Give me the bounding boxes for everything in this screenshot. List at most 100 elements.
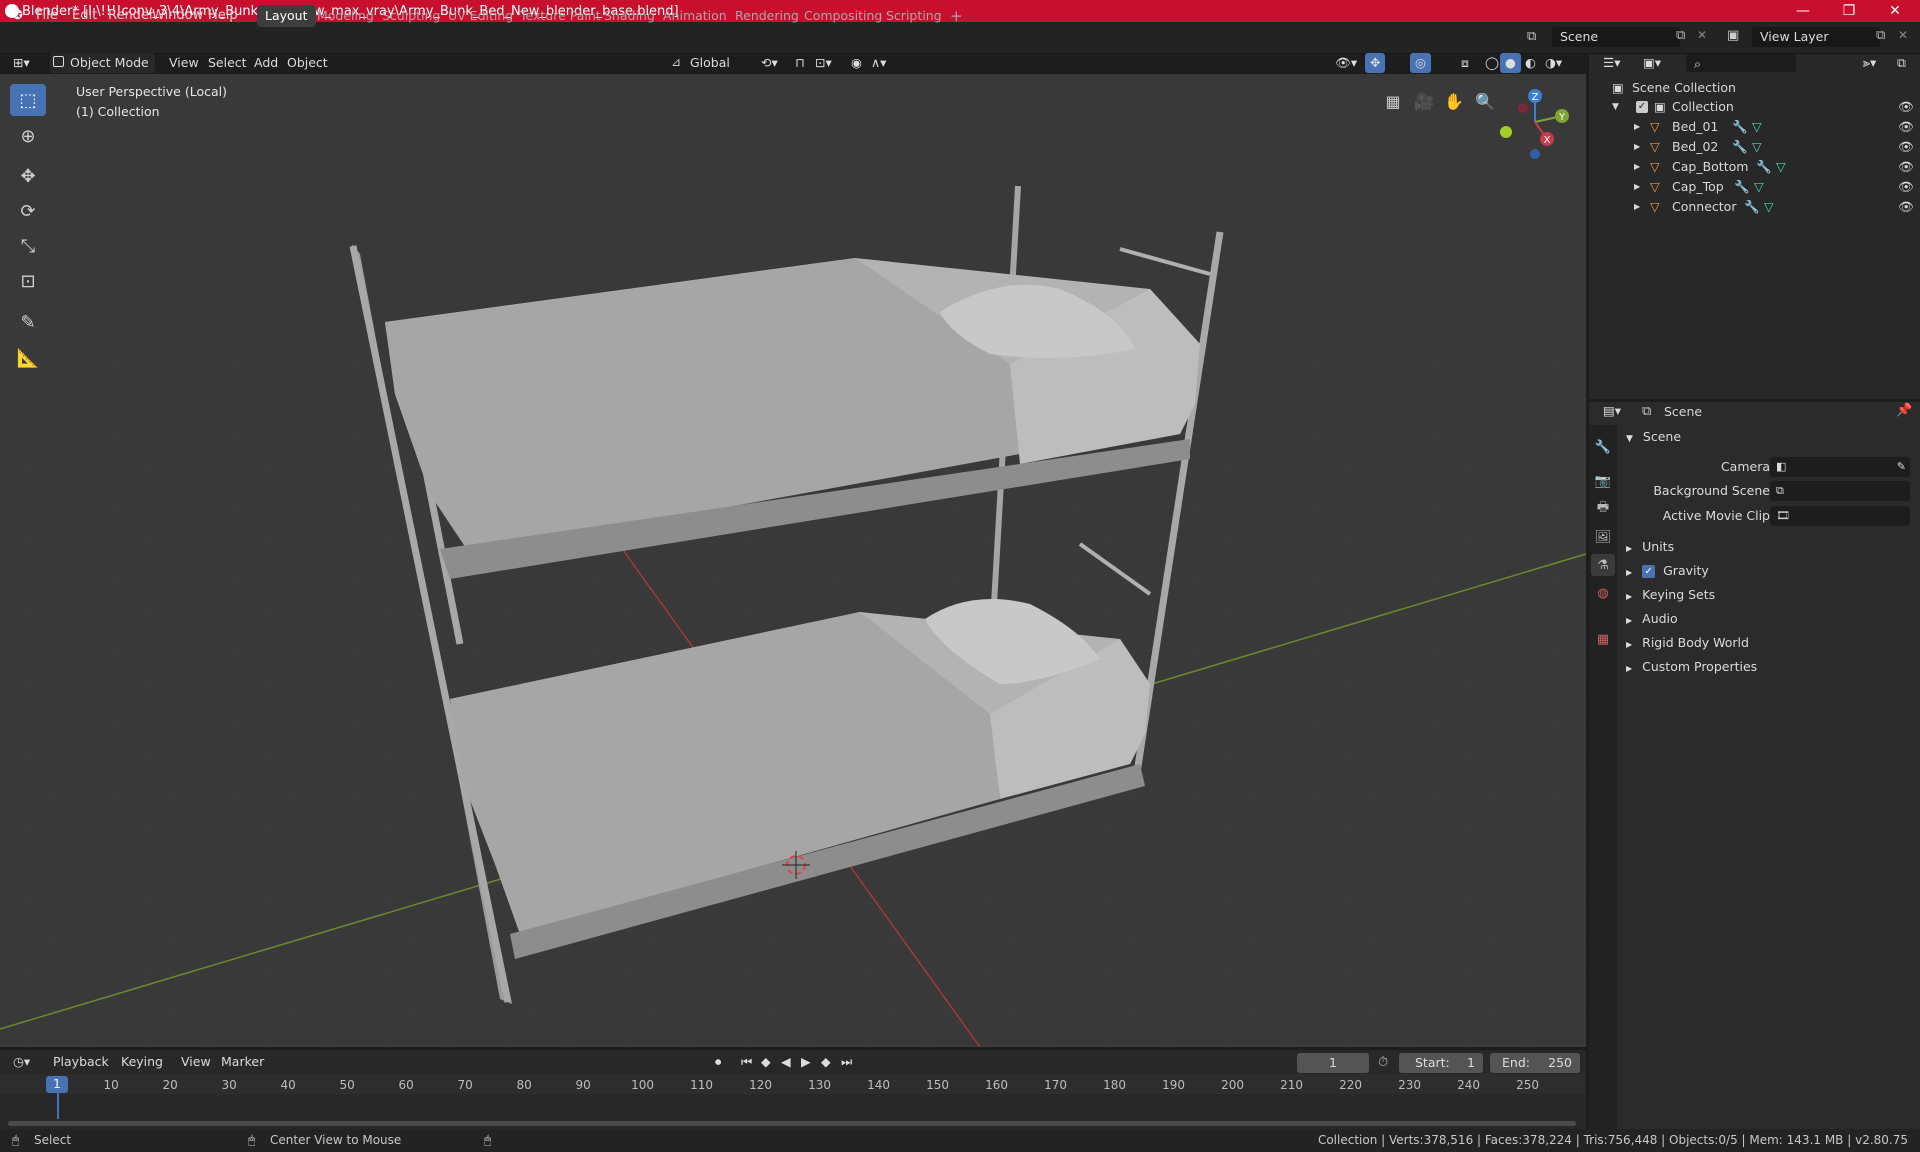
outliner-display-mode-icon[interactable]: ▣▾ — [1638, 53, 1666, 73]
object-visibility-icon[interactable]: 👁 — [1898, 197, 1914, 217]
xray-icon[interactable]: ⧈ — [1456, 53, 1474, 73]
pivot-icon[interactable]: ⟲▾ — [756, 53, 783, 73]
menu-edit[interactable]: Edit — [68, 6, 101, 26]
object-menu[interactable]: Object — [282, 53, 333, 73]
collection-checkbox[interactable]: ✓ — [1636, 101, 1648, 113]
annotate-tool-icon[interactable]: ✎ — [10, 306, 46, 338]
tab-layout[interactable]: Layout — [257, 5, 316, 27]
new-view-layer-icon[interactable]: ⧉ — [1876, 28, 1885, 43]
view-layer-tab-icon[interactable]: 🖼 — [1591, 526, 1615, 548]
end-frame-field[interactable]: End: 250 — [1490, 1053, 1580, 1073]
object-visibility-icon[interactable]: 👁 — [1898, 177, 1914, 197]
view-menu[interactable]: View — [164, 53, 204, 73]
collection-visibility-icon[interactable]: 👁 — [1898, 97, 1914, 117]
jump-end-icon[interactable]: ⏭ — [836, 1052, 857, 1072]
active-movie-clip-field[interactable]: 🎞 — [1770, 506, 1910, 526]
subpanel-units[interactable]: ▶ Units — [1620, 535, 1920, 559]
falloff-icon[interactable]: ∧▾ — [866, 53, 891, 73]
tab-animation[interactable]: Animation — [655, 5, 735, 27]
material-shading-icon[interactable]: ◐ — [1520, 53, 1541, 73]
timeline-view-menu[interactable]: View — [176, 1052, 216, 1072]
object-visibility-icon[interactable]: 👁 — [1898, 157, 1914, 177]
subpanel-keying-sets[interactable]: ▶ Keying Sets — [1620, 583, 1920, 607]
blender-menu-icon[interactable]: ✪ — [8, 6, 27, 26]
object-expand-icon[interactable]: ▶ — [1634, 117, 1640, 137]
rendered-shading-icon[interactable]: ◑▾ — [1540, 53, 1567, 73]
play-reverse-icon[interactable]: ◀ — [776, 1052, 796, 1072]
object-expand-icon[interactable]: ▶ — [1634, 177, 1640, 197]
auto-keying-icon[interactable]: ⏱ — [1378, 1055, 1388, 1070]
next-keyframe-icon[interactable]: ◆ — [816, 1052, 836, 1072]
editor-type-button[interactable]: ⊞▾ — [8, 53, 35, 73]
tool-tab-icon[interactable]: 🔧 — [1591, 436, 1615, 458]
gizmo-neg-x[interactable] — [1518, 103, 1528, 113]
move-tool-icon[interactable]: ✥ — [10, 160, 46, 192]
play-icon[interactable]: ▶ — [796, 1052, 816, 1072]
outliner-object-row[interactable]: ▶ ▽ Cap_Top 🔧 ▽ 👁 — [1590, 177, 1920, 197]
gizmo-toggle-icon[interactable]: ✥ — [1365, 53, 1386, 73]
jump-start-icon[interactable]: ⏮ — [736, 1052, 757, 1072]
tab-uv-editing[interactable]: UV Editing — [440, 5, 521, 27]
timeline-scrollbar[interactable] — [8, 1121, 1576, 1126]
prev-keyframe-icon[interactable]: ◆ — [756, 1052, 776, 1072]
tab-compositing[interactable]: Compositing — [796, 5, 890, 27]
new-collection-icon[interactable]: ⧉ — [1892, 53, 1911, 73]
subpanel-custom-properties[interactable]: ▶ Custom Properties — [1620, 655, 1920, 679]
maximize-button[interactable]: ❐ — [1826, 0, 1872, 22]
tab-rendering[interactable]: Rendering — [727, 5, 807, 27]
gizmo-neg-y[interactable] — [1500, 126, 1512, 138]
camera-field[interactable]: ◧ ✎ — [1770, 457, 1910, 477]
subpanel-audio[interactable]: ▶ Audio — [1620, 607, 1920, 631]
snap-target-icon[interactable]: ⊡▾ — [810, 53, 837, 73]
marker-menu[interactable]: Marker — [216, 1052, 269, 1072]
select-box-tool-icon[interactable]: ⬚ — [10, 84, 46, 116]
outliner-filter-icon[interactable]: ⫸▾ — [1858, 53, 1881, 73]
subpanel-gravity[interactable]: ▶ ✓ Gravity — [1620, 559, 1920, 583]
object-visibility-icon[interactable]: 👁 — [1898, 117, 1914, 137]
outliner-object-row[interactable]: ▶ ▽ Cap_Bottom 🔧 ▽ 👁 — [1590, 157, 1920, 177]
keying-menu[interactable]: Keying — [116, 1052, 168, 1072]
camera-view-icon[interactable]: 🎥 — [1410, 87, 1438, 115]
add-menu[interactable]: Add — [249, 53, 283, 73]
frame-cursor[interactable]: 1 — [46, 1076, 68, 1093]
delete-view-layer-icon[interactable]: ✕ — [1898, 28, 1908, 42]
scene-tab-icon[interactable]: ⚗ — [1591, 554, 1615, 576]
delete-scene-icon[interactable]: ✕ — [1697, 28, 1707, 42]
record-icon[interactable]: ⏺ — [710, 1052, 726, 1072]
outliner-editor-type-icon[interactable]: ☰▾ — [1598, 53, 1625, 73]
pan-hand-icon[interactable]: ✋ — [1440, 87, 1468, 115]
grid-view-icon[interactable]: ▦ — [1379, 87, 1407, 115]
output-tab-icon[interactable]: 🖶 — [1591, 498, 1615, 520]
new-scene-icon[interactable]: ⧉ — [1676, 28, 1685, 43]
menu-file[interactable]: File — [32, 6, 62, 26]
subpanel-rigid-body-world[interactable]: ▶ Rigid Body World — [1620, 631, 1920, 655]
add-workspace-button[interactable]: + — [942, 5, 971, 27]
object-expand-icon[interactable]: ▶ — [1634, 197, 1640, 217]
playback-menu[interactable]: Playback — [48, 1052, 114, 1072]
scene-section-header[interactable]: ▼ Scene — [1620, 425, 1920, 449]
tab-modeling[interactable]: Modeling — [309, 5, 382, 27]
visibility-icon[interactable]: 👁▾ — [1330, 53, 1362, 73]
close-button[interactable]: ✕ — [1872, 0, 1918, 22]
tab-sculpting[interactable]: Sculpting — [374, 5, 448, 27]
object-expand-icon[interactable]: ▶ — [1634, 137, 1640, 157]
scene-selector[interactable]: Scene — [1552, 27, 1680, 47]
scene-collection-row[interactable]: ▣ Scene Collection — [1590, 78, 1920, 98]
mode-dropdown[interactable]: Object Mode — [50, 53, 155, 73]
tab-shading[interactable]: Shading — [596, 5, 663, 27]
background-scene-field[interactable]: ⧉ — [1770, 481, 1910, 501]
cursor-tool-icon[interactable]: ⊕ — [10, 120, 46, 152]
outliner-object-row[interactable]: ▶ ▽ Bed_02 🔧 ▽ 👁 — [1590, 137, 1920, 157]
overlay-toggle-icon[interactable]: ◎ — [1410, 53, 1431, 73]
gizmo-neg-z[interactable] — [1530, 149, 1540, 159]
snap-icon[interactable]: ⊓ — [790, 53, 810, 73]
gravity-checkbox[interactable]: ✓ — [1642, 565, 1656, 578]
collection-row[interactable]: ▼ ✓ ▣ Collection 👁 — [1590, 97, 1920, 117]
current-frame-field[interactable]: 1 — [1297, 1053, 1369, 1073]
render-tab-icon[interactable]: 📷 — [1591, 470, 1615, 492]
object-expand-icon[interactable]: ▶ — [1634, 157, 1640, 177]
object-visibility-icon[interactable]: 👁 — [1898, 137, 1914, 157]
world-tab-icon[interactable]: ◍ — [1591, 582, 1615, 604]
scale-tool-icon[interactable]: ⤡ — [10, 230, 46, 262]
menu-window[interactable]: Window — [148, 6, 207, 26]
